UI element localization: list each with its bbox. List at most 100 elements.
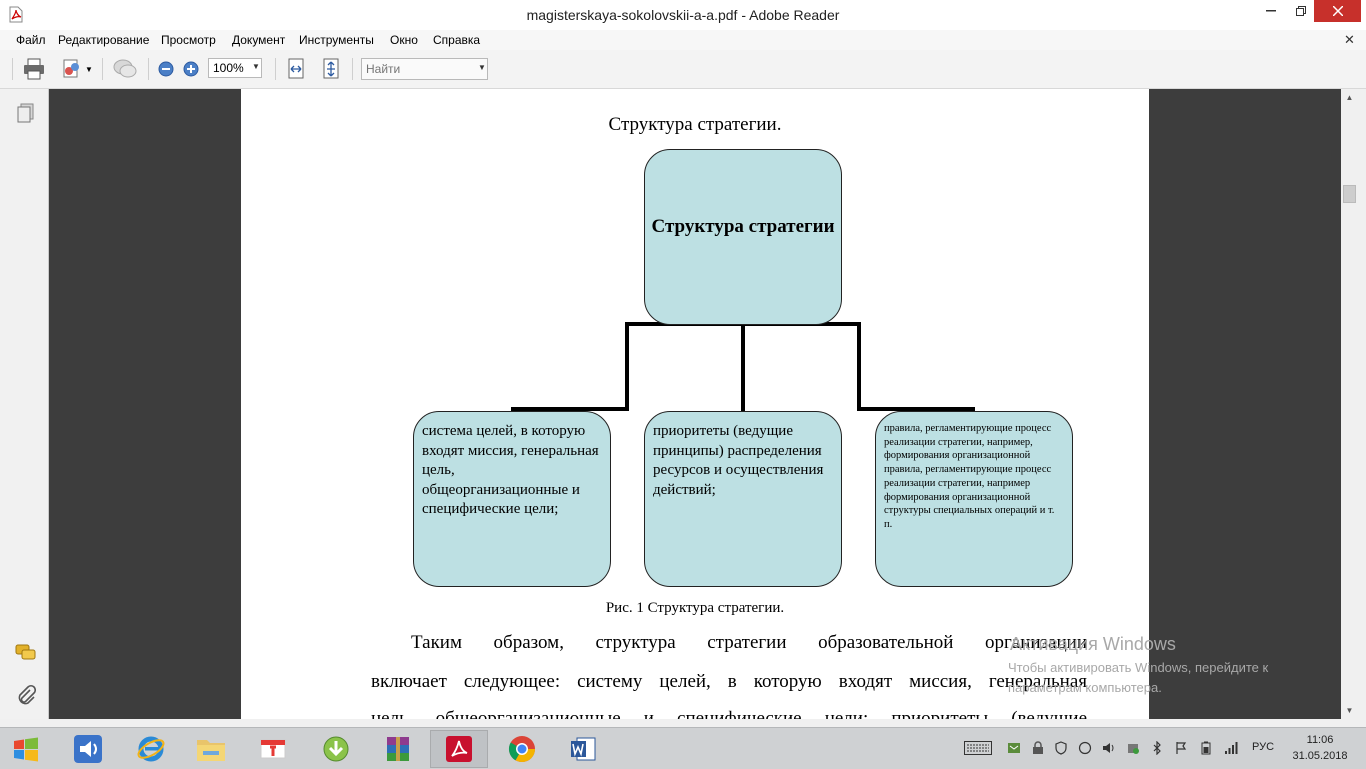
zoom-in-icon bbox=[183, 61, 199, 77]
connector-line bbox=[741, 323, 745, 411]
menu-document[interactable]: Документ bbox=[232, 33, 285, 47]
touch-keyboard-icon[interactable] bbox=[963, 740, 993, 756]
vertical-scrollbar[interactable]: ▲ ▼ bbox=[1341, 89, 1358, 719]
clock-time[interactable]: 11:06 bbox=[1282, 734, 1358, 746]
paperclip-icon bbox=[18, 684, 36, 705]
zoom-in-button[interactable] bbox=[181, 57, 201, 81]
internet-explorer-icon bbox=[137, 736, 165, 762]
maximize-button[interactable] bbox=[1288, 0, 1314, 22]
scroll-thumb[interactable] bbox=[1343, 185, 1356, 203]
input-language[interactable]: РУС bbox=[1252, 741, 1274, 753]
toolbar-separator bbox=[102, 58, 103, 80]
menu-window[interactable]: Окно bbox=[390, 33, 418, 47]
yandex-browser-icon bbox=[260, 739, 286, 759]
taskbar-speaker-app[interactable] bbox=[59, 730, 117, 768]
taskbar-download-app[interactable] bbox=[307, 730, 365, 768]
comments-icon bbox=[15, 644, 36, 660]
start-button[interactable] bbox=[8, 732, 44, 766]
download-icon bbox=[323, 736, 349, 762]
taskbar-chrome[interactable] bbox=[493, 730, 551, 768]
connector-line bbox=[625, 322, 629, 411]
toolbar-separator bbox=[12, 58, 13, 80]
find-dropdown-icon[interactable]: ▼ bbox=[478, 63, 486, 72]
menu-view[interactable]: Просмотр bbox=[161, 33, 216, 47]
toolbar-separator bbox=[148, 58, 149, 80]
update-circle-icon[interactable] bbox=[1077, 740, 1093, 756]
diagram-priorities-box: приоритеты (ведущие принципы) распределе… bbox=[644, 411, 842, 587]
taskbar-winrar[interactable] bbox=[369, 730, 427, 768]
menu-tools[interactable]: Инструменты bbox=[299, 33, 374, 47]
folder-icon bbox=[197, 740, 225, 761]
close-icon bbox=[1332, 6, 1343, 16]
share-button[interactable]: ▼ bbox=[58, 57, 94, 81]
speaker-app-icon bbox=[74, 735, 102, 763]
find-input[interactable] bbox=[362, 59, 478, 79]
paragraph-line: цель, общеорганизационные и специфически… bbox=[371, 708, 1087, 719]
activation-watermark-title: Активация Windows bbox=[1010, 634, 1176, 654]
menu-file[interactable]: Файл bbox=[16, 33, 46, 47]
chrome-icon bbox=[508, 736, 536, 763]
toolbar: ▼ bbox=[0, 50, 1366, 89]
word-icon bbox=[571, 737, 596, 761]
printer-icon bbox=[24, 58, 44, 80]
figure-caption: Рис. 1 Структура стратегии. bbox=[605, 600, 785, 616]
action-center-flag-icon[interactable] bbox=[1173, 740, 1189, 756]
find-field[interactable] bbox=[361, 58, 488, 80]
title-bar: magisterskaya-sokolovskii-a-a.pdf - Adob… bbox=[0, 0, 1366, 30]
toolbar-separator bbox=[352, 58, 353, 80]
fit-page-width-icon bbox=[288, 58, 304, 79]
diagram-rules-box: правила, регламентирующие процесс реализ… bbox=[875, 411, 1073, 587]
zoom-dropdown-icon[interactable]: ▼ bbox=[252, 62, 260, 71]
taskbar-internet-explorer[interactable] bbox=[122, 730, 180, 768]
taskbar-file-explorer[interactable] bbox=[182, 730, 240, 768]
battery-icon[interactable] bbox=[1198, 740, 1214, 756]
clock-date[interactable]: 31.05.2018 bbox=[1282, 750, 1358, 762]
diagram-root-box: Структура стратегии bbox=[644, 149, 842, 325]
drivers-tray-icon[interactable] bbox=[1125, 740, 1141, 756]
scroll-up-icon[interactable]: ▲ bbox=[1341, 89, 1358, 106]
volume-icon[interactable] bbox=[1101, 740, 1117, 756]
minimize-button[interactable] bbox=[1254, 0, 1288, 22]
close-button[interactable] bbox=[1314, 0, 1361, 22]
taskbar-adobe-reader[interactable] bbox=[430, 730, 488, 768]
window-title: magisterskaya-sokolovskii-a-a.pdf - Adob… bbox=[526, 7, 840, 23]
menu-edit[interactable]: Редактирование bbox=[58, 33, 149, 47]
menu-bar: Файл Редактирование Просмотр Документ Ин… bbox=[0, 30, 1366, 50]
diagram-goals-box: система целей, в которую входят миссия, … bbox=[413, 411, 611, 587]
paragraph-line: включает следующее: систему целей, в кот… bbox=[371, 671, 1087, 692]
document-close-icon[interactable]: ✕ bbox=[1344, 32, 1355, 48]
taskbar-word[interactable] bbox=[554, 730, 612, 768]
windows-logo-icon bbox=[14, 737, 38, 762]
navigation-panel bbox=[0, 89, 49, 719]
activation-watermark-text: Чтобы активировать Windows, перейдите к … bbox=[1008, 660, 1269, 695]
taskbar-yandex-browser[interactable] bbox=[244, 730, 302, 768]
restore-icon bbox=[1296, 6, 1306, 16]
pages-panel-button[interactable] bbox=[14, 101, 38, 125]
security-lock-icon[interactable] bbox=[1030, 740, 1046, 756]
attachments-panel-button[interactable] bbox=[14, 683, 38, 707]
network-signal-icon[interactable] bbox=[1222, 740, 1240, 756]
fit-width-button[interactable] bbox=[283, 57, 309, 81]
scroll-down-icon[interactable]: ▼ bbox=[1341, 702, 1358, 719]
print-button[interactable] bbox=[20, 57, 48, 81]
connector-line bbox=[857, 322, 861, 411]
pdf-page: Структура стратегии. Структура стратегии… bbox=[241, 89, 1149, 719]
comment-bubbles-icon bbox=[113, 59, 137, 78]
fit-window-icon bbox=[323, 58, 339, 79]
winrar-icon bbox=[387, 737, 409, 761]
document-area[interactable]: Структура стратегии. Структура стратегии… bbox=[49, 89, 1341, 719]
minimize-icon bbox=[1266, 10, 1276, 12]
fit-page-button[interactable] bbox=[318, 57, 344, 81]
bluetooth-icon[interactable] bbox=[1149, 740, 1165, 756]
zoom-out-button[interactable] bbox=[156, 57, 176, 81]
zoom-out-icon bbox=[158, 61, 174, 77]
tray-app-icon[interactable] bbox=[1006, 740, 1022, 756]
pages-icon bbox=[17, 103, 34, 123]
comments-panel-button[interactable] bbox=[14, 641, 38, 665]
paragraph-line: Таким образом, структура стратегии образ… bbox=[411, 632, 1087, 653]
taskbar: РУС 11:06 31.05.2018 bbox=[0, 727, 1366, 769]
menu-help[interactable]: Справка bbox=[433, 33, 480, 47]
defender-shield-icon[interactable] bbox=[1053, 740, 1069, 756]
page-heading: Структура стратегии. bbox=[608, 114, 782, 135]
collaborate-button bbox=[110, 57, 140, 81]
